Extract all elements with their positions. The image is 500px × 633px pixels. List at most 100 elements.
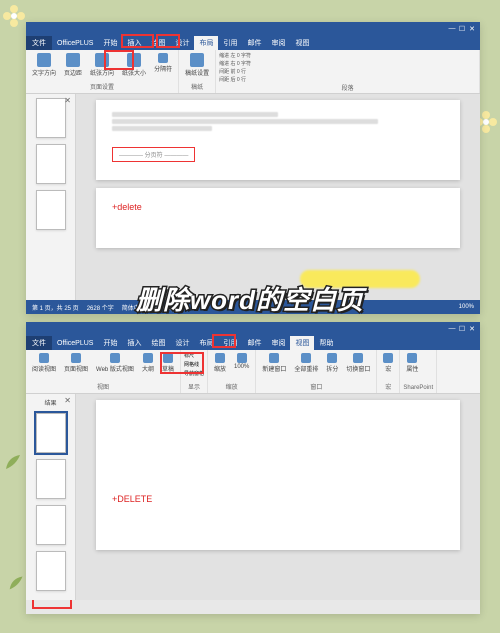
read-view-button[interactable]: 阅读视图	[29, 352, 59, 374]
ruler-checkbox[interactable]: 标尺	[184, 352, 204, 359]
tutorial-title: 删除word的空白页	[136, 280, 364, 317]
space-before-field[interactable]: 间距 前 0 行	[219, 68, 476, 75]
btn-label: 纸张方向	[90, 68, 114, 77]
btn-label: 稿纸设置	[185, 68, 209, 77]
switch-window-button[interactable]: 切换窗口	[343, 352, 373, 374]
tab-view[interactable]: 视图	[290, 336, 314, 350]
orientation-button[interactable]: 纸张方向	[87, 52, 117, 78]
ribbon-group-zoom: 缩放 100% 缩放	[208, 350, 256, 393]
btn-label: 页边距	[64, 68, 82, 77]
tab-mailings[interactable]: 邮件	[242, 336, 266, 350]
ribbon-group-window: 新建窗口 全部重排 拆分 切换窗口 窗口	[256, 350, 377, 393]
tab-home[interactable]: 开始	[98, 36, 122, 50]
page-thumbnail[interactable]	[36, 413, 66, 453]
tab-review[interactable]: 审阅	[266, 336, 290, 350]
space-after-field[interactable]: 间距 后 0 行	[219, 76, 476, 83]
close-pane-icon[interactable]: ✕	[64, 396, 71, 405]
page-thumbnail[interactable]	[36, 190, 66, 230]
page-break-marker: ———— 分页符 ————	[112, 147, 195, 162]
navigation-pane: ✕ 结果	[26, 394, 76, 600]
btn-label: 新建窗口	[262, 364, 286, 373]
ribbon-tabs: 文件 OfficePLUS 开始 插入 绘图 设计 布局 引用 邮件 审阅 视图	[26, 36, 480, 50]
macros-button[interactable]: 宏	[380, 352, 396, 374]
margins-button[interactable]: 页边距	[61, 52, 85, 78]
ribbon-group-views: 阅读视图 页面视图 Web 版式视图 大纲 草稿 视图	[26, 350, 181, 393]
page-thumbnail[interactable]	[36, 459, 66, 499]
minimize-icon[interactable]: —	[448, 325, 456, 333]
page-thumbnail[interactable]	[36, 144, 66, 184]
group-label: 窗口	[259, 382, 373, 391]
indent-right-field[interactable]: 缩进 右 0 字符	[219, 60, 476, 67]
window-titlebar: — ☐ ✕	[26, 22, 480, 36]
gridlines-checkbox[interactable]: 网格线	[184, 361, 204, 368]
tab-insert[interactable]: 插入	[122, 336, 146, 350]
new-window-button[interactable]: 新建窗口	[259, 352, 289, 374]
btn-label: 全部重排	[294, 364, 318, 373]
tab-draw[interactable]: 绘图	[146, 336, 170, 350]
close-icon[interactable]: ✕	[468, 25, 476, 33]
group-label: 宏	[380, 382, 396, 391]
tab-file[interactable]: 文件	[26, 36, 52, 50]
tab-view[interactable]: 视图	[290, 36, 314, 50]
zoom-button[interactable]: 缩放	[211, 352, 229, 374]
manuscript-button[interactable]: 稿纸设置	[182, 52, 212, 78]
tab-references[interactable]: 引用	[218, 336, 242, 350]
minimize-icon[interactable]: —	[448, 25, 456, 33]
group-label: SharePoint	[403, 385, 433, 391]
page-thumbnail[interactable]	[36, 98, 66, 138]
maximize-icon[interactable]: ☐	[458, 325, 466, 333]
print-layout-button[interactable]: 页面视图	[61, 352, 91, 374]
document-page[interactable]: +delete	[96, 188, 460, 248]
ribbon-view: 阅读视图 页面视图 Web 版式视图 大纲 草稿 视图 标尺 网格线 导航窗格 …	[26, 350, 480, 394]
close-icon[interactable]: ✕	[468, 325, 476, 333]
page-thumbnail[interactable]	[36, 505, 66, 545]
tab-mailings[interactable]: 邮件	[242, 36, 266, 50]
close-pane-icon[interactable]: ✕	[64, 96, 71, 105]
page-thumbnail[interactable]	[36, 551, 66, 591]
page-break-label: ———— 分页符 ————	[119, 153, 188, 159]
zoom-100-button[interactable]: 100%	[231, 352, 252, 374]
tab-design[interactable]: 设计	[170, 36, 194, 50]
tab-help[interactable]: 帮助	[314, 336, 338, 350]
ribbon-layout: 文字方向 页边距 纸张方向 纸张大小 分隔符 页面设置 稿纸设置 稿纸 缩进 左…	[26, 50, 480, 94]
document-page[interactable]: +DELETE	[96, 400, 460, 550]
document-editor[interactable]: +DELETE	[76, 394, 480, 600]
tab-references[interactable]: 引用	[218, 36, 242, 50]
btn-label: 纸张大小	[122, 68, 146, 77]
document-editor[interactable]: ———— 分页符 ———— +delete	[76, 94, 480, 300]
tab-design[interactable]: 设计	[170, 336, 194, 350]
group-label: 段落	[219, 83, 476, 92]
properties-button[interactable]: 属性	[403, 352, 421, 374]
tab-officeplus[interactable]: OfficePLUS	[52, 336, 98, 350]
leaf-deco	[6, 571, 28, 593]
tab-layout[interactable]: 布局	[194, 336, 218, 350]
outline-button[interactable]: 大纲	[139, 352, 157, 374]
text-direction-button[interactable]: 文字方向	[29, 52, 59, 78]
group-label: 页面设置	[29, 82, 175, 91]
btn-label: 页面视图	[64, 364, 88, 373]
tab-draw[interactable]: 绘图	[146, 36, 170, 50]
tab-file[interactable]: 文件	[26, 336, 52, 350]
web-layout-button[interactable]: Web 版式视图	[93, 352, 137, 374]
breaks-button[interactable]: 分隔符	[151, 52, 175, 78]
navpane-checkbox[interactable]: 导航窗格	[184, 370, 204, 377]
tab-insert[interactable]: 插入	[122, 36, 146, 50]
tab-layout[interactable]: 布局	[194, 36, 218, 50]
tab-review[interactable]: 审阅	[266, 36, 290, 50]
btn-label: 宏	[385, 364, 391, 373]
zoom-level[interactable]: 100%	[459, 304, 474, 310]
maximize-icon[interactable]: ☐	[458, 25, 466, 33]
btn-label: 草稿	[162, 364, 174, 373]
btn-label: 分隔符	[154, 64, 172, 73]
tab-home[interactable]: 开始	[98, 336, 122, 350]
indent-left-field[interactable]: 缩进 左 0 字符	[219, 52, 476, 59]
thumbnail-pane: ✕	[26, 94, 76, 300]
word-screenshot-1: — ☐ ✕ 文件 OfficePLUS 开始 插入 绘图 设计 布局 引用 邮件…	[26, 22, 480, 314]
arrange-all-button[interactable]: 全部重排	[291, 352, 321, 374]
split-button[interactable]: 拆分	[323, 352, 341, 374]
size-button[interactable]: 纸张大小	[119, 52, 149, 78]
tab-officeplus[interactable]: OfficePLUS	[52, 36, 98, 50]
draft-button[interactable]: 草稿	[159, 352, 177, 374]
nav-section-label[interactable]: 结果	[44, 398, 56, 407]
document-page[interactable]: ———— 分页符 ————	[96, 100, 460, 180]
